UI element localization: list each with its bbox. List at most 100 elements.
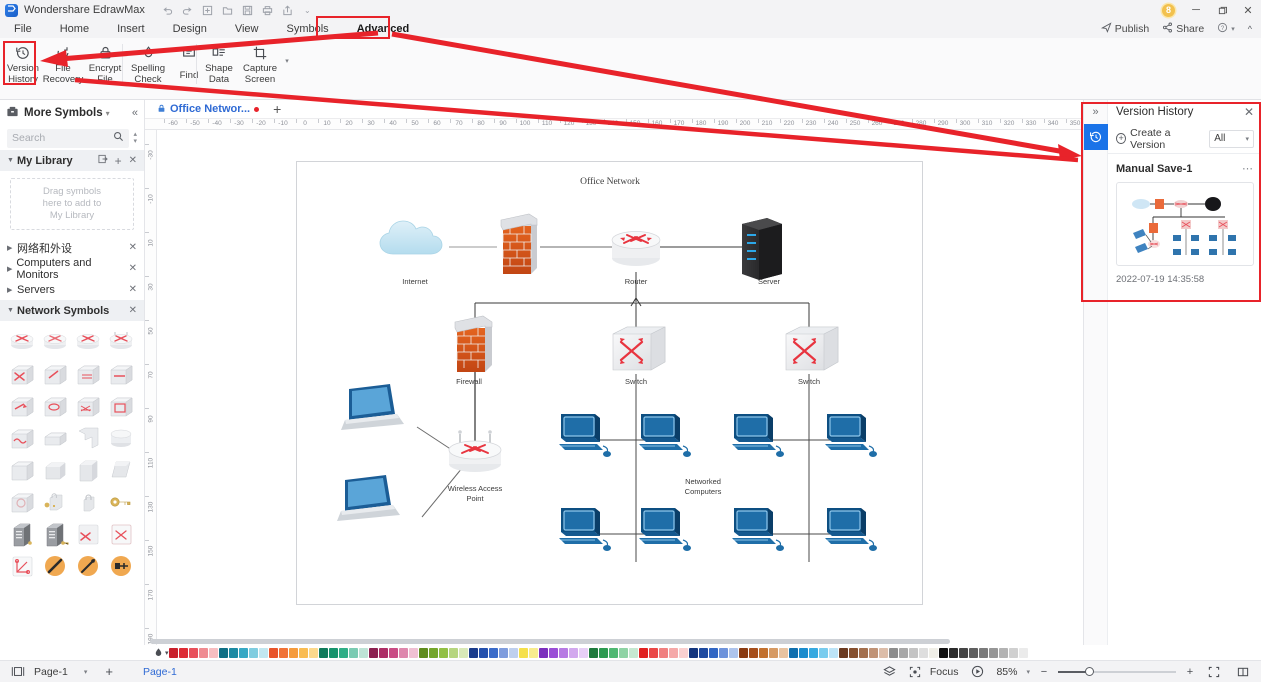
zoom-slider[interactable] xyxy=(1058,666,1176,678)
search-stepper[interactable]: ▴ ▾ xyxy=(133,131,137,145)
color-swatch[interactable] xyxy=(499,647,508,658)
flat-box-symbol[interactable] xyxy=(38,421,71,453)
undo-icon[interactable] xyxy=(159,2,176,18)
zoom-out-icon[interactable]: − xyxy=(1039,662,1049,682)
firewall-shield-symbol[interactable] xyxy=(5,485,38,517)
server-rack-key-symbol[interactable] xyxy=(38,517,71,549)
page-tab-1[interactable]: Page-1 xyxy=(143,666,177,678)
color-swatch[interactable] xyxy=(949,647,958,658)
color-swatch[interactable] xyxy=(209,647,218,658)
color-swatch[interactable] xyxy=(799,647,808,658)
color-swatch[interactable] xyxy=(919,647,928,658)
maximize-button[interactable] xyxy=(1209,0,1235,20)
close-button[interactable]: ✕ xyxy=(1235,0,1261,20)
color-swatch[interactable] xyxy=(789,647,798,658)
color-swatch[interactable] xyxy=(849,647,858,658)
server-rack-symbol[interactable] xyxy=(5,517,38,549)
zoom-level[interactable]: 85% xyxy=(996,666,1017,678)
menu-file[interactable]: File xyxy=(0,20,46,38)
my-library-dropzone[interactable]: Drag symbols here to add to My Library xyxy=(10,178,134,230)
help-button[interactable]: ? ▾ xyxy=(1212,20,1240,38)
page-canvas[interactable]: Office Network Internet Router Server Fi… xyxy=(296,161,923,605)
switch-flat-symbol[interactable] xyxy=(71,517,104,549)
network-node-symbol[interactable] xyxy=(5,549,38,581)
fill-color-icon[interactable]: ▾ xyxy=(153,647,169,658)
color-swatch[interactable] xyxy=(559,647,568,658)
create-version-button[interactable]: + Create a Version xyxy=(1116,127,1201,151)
color-swatch[interactable] xyxy=(339,647,348,658)
color-swatch[interactable] xyxy=(249,647,258,658)
focus-label[interactable]: Focus xyxy=(930,666,959,678)
add-icon[interactable]: + xyxy=(115,154,122,168)
menu-advanced[interactable]: Advanced xyxy=(343,20,424,38)
redo-icon[interactable] xyxy=(179,2,196,18)
ribbon-collapse-button[interactable]: ^ xyxy=(1243,20,1257,38)
color-swatch[interactable] xyxy=(1019,647,1028,658)
color-swatch[interactable] xyxy=(569,647,578,658)
color-swatch[interactable] xyxy=(319,647,328,658)
slider-knob[interactable] xyxy=(1085,667,1094,676)
zoom-in-icon[interactable]: + xyxy=(1185,662,1195,682)
color-swatch[interactable] xyxy=(479,647,488,658)
wedge-symbol[interactable] xyxy=(104,453,137,485)
router-symbol-3[interactable] xyxy=(71,325,104,357)
color-swatch[interactable] xyxy=(359,647,368,658)
menu-home[interactable]: Home xyxy=(46,20,103,38)
close-icon[interactable]: ✕ xyxy=(129,305,137,316)
color-swatch[interactable] xyxy=(419,647,428,658)
color-swatch[interactable] xyxy=(879,647,888,658)
color-swatch[interactable] xyxy=(509,647,518,658)
drawing-sheet[interactable]: Office Network Internet Router Server Fi… xyxy=(157,130,1083,645)
color-swatch[interactable] xyxy=(259,647,268,658)
document-tab[interactable]: Office Networ... xyxy=(151,100,265,118)
color-swatch[interactable] xyxy=(639,647,648,658)
close-icon[interactable]: ✕ xyxy=(1244,105,1254,119)
network-diagram[interactable]: Office Network Internet Router Server Fi… xyxy=(297,162,924,606)
color-swatch[interactable] xyxy=(909,647,918,658)
crimp-tool-symbol[interactable] xyxy=(104,549,137,581)
color-swatch[interactable] xyxy=(429,647,438,658)
color-swatch[interactable] xyxy=(369,647,378,658)
customize-qat-icon[interactable]: ⌄ xyxy=(299,2,316,18)
color-swatch[interactable] xyxy=(289,647,298,658)
curved-box-symbol[interactable] xyxy=(71,421,104,453)
cable-connector-symbol[interactable] xyxy=(71,549,104,581)
color-swatch[interactable] xyxy=(899,647,908,658)
color-swatch[interactable] xyxy=(829,647,838,658)
menu-insert[interactable]: Insert xyxy=(103,20,159,38)
publish-button[interactable]: Publish xyxy=(1096,20,1154,38)
color-swatch[interactable] xyxy=(769,647,778,658)
color-swatch[interactable] xyxy=(999,647,1008,658)
color-swatch[interactable] xyxy=(969,647,978,658)
color-swatch[interactable] xyxy=(649,647,658,658)
presentation-icon[interactable] xyxy=(967,662,987,682)
version-history-button[interactable]: Version History xyxy=(4,38,42,85)
color-swatch[interactable] xyxy=(629,647,638,658)
chevron-down-icon[interactable]: ▾ xyxy=(1026,668,1030,676)
color-swatch[interactable] xyxy=(309,647,318,658)
menu-view[interactable]: View xyxy=(221,20,273,38)
bridge-symbol[interactable] xyxy=(104,357,137,389)
color-swatch[interactable] xyxy=(539,647,548,658)
frame-relay-symbol[interactable] xyxy=(104,389,137,421)
router-symbol[interactable] xyxy=(5,325,38,357)
cylinder-symbol[interactable] xyxy=(104,421,137,453)
section-network-symbols[interactable]: ▼ Network Symbols ✕ xyxy=(0,300,144,321)
spelling-check-button[interactable]: Spelling Check xyxy=(126,38,170,85)
color-swatch[interactable] xyxy=(819,647,828,658)
save-icon[interactable] xyxy=(239,2,256,18)
horizontal-ruler[interactable]: -60 -50 -40 -30 -20 -10 0 10 20 30 40 50 60 70 80 90 100… xyxy=(145,118,1083,130)
section-computers-monitors[interactable]: ▶ Computers and Monitors ✕ xyxy=(0,257,144,281)
menu-symbols[interactable]: Symbols xyxy=(273,20,343,38)
cube-symbol[interactable] xyxy=(5,453,38,485)
color-swatch[interactable] xyxy=(889,647,898,658)
new-document-icon[interactable] xyxy=(199,2,216,18)
export-icon[interactable] xyxy=(279,2,296,18)
color-swatch[interactable] xyxy=(689,647,698,658)
hub-symbol[interactable] xyxy=(71,357,104,389)
section-my-library[interactable]: ▼ My Library + ✕ xyxy=(0,150,144,171)
color-swatch[interactable] xyxy=(349,647,358,658)
switch-outline-symbol[interactable] xyxy=(104,517,137,549)
color-swatch[interactable] xyxy=(269,647,278,658)
color-swatch[interactable] xyxy=(859,647,868,658)
